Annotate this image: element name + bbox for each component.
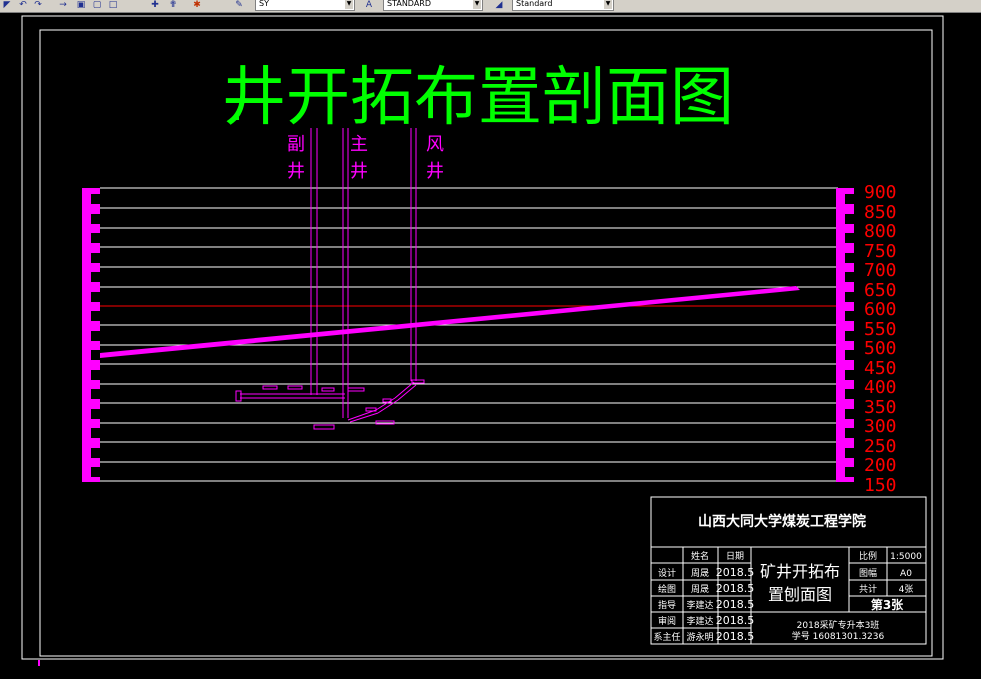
title-block: 山西大同大学煤炭工程学院 姓名 日期 设计 周晟 绘图 周晟 指导 李建达 审阅	[650, 496, 927, 645]
pan-icon[interactable]: □	[108, 0, 118, 10]
shaft-label-auxiliary-1: 副	[287, 134, 305, 155]
drawing-name-line2: 置刨面图	[768, 585, 832, 604]
undo-icon[interactable]: ↶	[18, 0, 28, 10]
chevron-down-icon[interactable]: ▼	[473, 0, 481, 9]
role-label: 设计	[658, 567, 676, 579]
dimstyle-select[interactable]: Standard ▼	[512, 0, 614, 11]
role-label: 审阅	[658, 615, 676, 627]
ucs-marker	[38, 660, 40, 666]
pointer-icon[interactable]: ✟	[168, 0, 178, 10]
main-shaft	[342, 128, 349, 418]
elevation-label: 150	[864, 475, 897, 496]
elevation-label: 650	[864, 280, 897, 301]
drawing-title: 井开拓布置剖面图	[222, 61, 734, 135]
chevron-down-icon[interactable]: ▼	[604, 0, 612, 9]
scale-value: 1:5000	[890, 552, 922, 562]
textstyle-select-value: STANDARD	[387, 0, 432, 8]
date-value: 2018.5	[716, 598, 755, 611]
elevation-label: 700	[864, 260, 897, 281]
matchprop-icon[interactable]: →	[58, 0, 68, 10]
date-value: 2018.5	[716, 614, 755, 627]
elevation-label: 450	[864, 358, 897, 379]
count-label: 共计	[859, 583, 877, 595]
dimstyle-select-value: Standard	[516, 0, 553, 8]
date-value: 2018.5	[716, 566, 755, 579]
role-label: 系主任	[653, 631, 680, 643]
person-name: 周晟	[691, 568, 709, 579]
elevation-label: 800	[864, 221, 897, 242]
size-label: 图幅	[859, 567, 877, 579]
elevation-label: 400	[864, 377, 897, 398]
school-name: 山西大同大学煤炭工程学院	[698, 513, 866, 530]
drawing-canvas[interactable]: 井开拓布置剖面图 副 井 主 井 风 井 900 850 800 750 700…	[0, 13, 981, 679]
right-scale-bar	[836, 188, 854, 482]
shaft-label-main-2: 井	[350, 161, 368, 182]
person-name: 周晟	[691, 584, 709, 595]
title-dot	[236, 117, 239, 120]
size-value: A0	[900, 569, 912, 579]
header-name: 姓名	[691, 550, 709, 562]
role-label: 指导	[658, 599, 676, 611]
elevation-label: 500	[864, 338, 897, 359]
paint-icon[interactable]: ✚	[150, 0, 160, 10]
count-value: 4张	[899, 584, 914, 595]
pen-icon[interactable]: ✎	[234, 0, 244, 10]
elevation-grid	[100, 187, 838, 482]
brush-icon[interactable]: ✱	[192, 0, 202, 10]
help-icon[interactable]: ▢	[92, 0, 102, 10]
properties-icon[interactable]: ▣	[76, 0, 86, 10]
layer-select-value: SY	[259, 0, 269, 8]
elevation-label: 900	[864, 182, 897, 203]
elevation-label: 350	[864, 397, 897, 418]
zoom-icon[interactable]: ◤	[2, 0, 12, 10]
ventilation-shaft	[410, 128, 417, 381]
elevation-label: 300	[864, 416, 897, 437]
sheet-number: 第3张	[871, 597, 904, 612]
shaft-label-ventilation-2: 井	[426, 161, 444, 182]
person-name: 游永明	[686, 631, 713, 643]
textstyle-select[interactable]: STANDARD ▼	[383, 0, 483, 11]
date-value: 2018.5	[716, 582, 755, 595]
toolbar: ◤ ↶ ↷ → ▣ ▢ □ ✚ ✟ ✱ ✎ SY ▼ A STANDARD ▼ …	[0, 0, 981, 13]
elevation-label: 200	[864, 455, 897, 476]
elevation-label: 550	[864, 319, 897, 340]
textstyle-icon: A	[365, 0, 373, 10]
shaft-label-main-1: 主	[350, 134, 368, 155]
role-label: 绘图	[658, 583, 676, 595]
dimstyle-icon: ◢	[495, 0, 503, 10]
underground-roadways	[235, 379, 425, 430]
elevation-label: 850	[864, 202, 897, 223]
header-date: 日期	[726, 551, 744, 562]
scale-label: 比例	[859, 550, 877, 562]
elevation-label: 750	[864, 241, 897, 262]
drawing-name-line1: 矿井开拓布	[760, 562, 840, 581]
date-value: 2018.5	[716, 630, 755, 643]
student-id: 学号 16081301.3236	[792, 630, 885, 642]
redo-icon[interactable]: ↷	[33, 0, 43, 10]
person-name: 李建达	[686, 599, 713, 611]
shaft-label-ventilation-1: 风	[426, 134, 444, 155]
elevation-label: 600	[864, 299, 897, 320]
shaft-label-auxiliary-2: 井	[287, 161, 305, 182]
elevation-label: 250	[864, 436, 897, 457]
auxiliary-shaft	[310, 128, 318, 395]
coal-seam	[100, 286, 800, 358]
class-info: 2018采矿专升本3班	[797, 619, 880, 631]
person-name: 李建达	[686, 615, 713, 627]
chevron-down-icon[interactable]: ▼	[345, 0, 353, 9]
layer-select[interactable]: SY ▼	[255, 0, 355, 11]
left-scale-bar	[82, 188, 100, 482]
